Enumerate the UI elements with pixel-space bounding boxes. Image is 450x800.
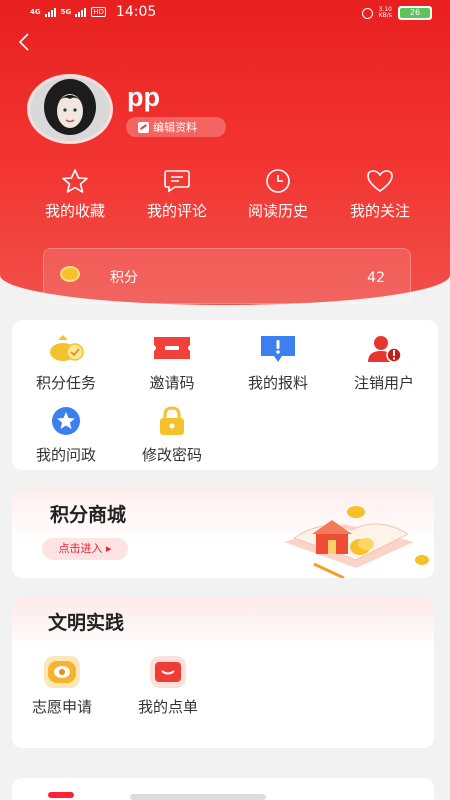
volunteer-icon <box>44 656 80 688</box>
bottom-card-partial <box>12 778 434 800</box>
battery-icon: 26 <box>398 6 432 20</box>
civilization-practice-card: 文明实践 志愿申请 我的点单 <box>12 598 434 748</box>
quick-link-favorites[interactable]: 我的收藏 <box>30 168 120 221</box>
network-speed: 3.10 KB/s <box>379 7 392 19</box>
function-invite-code[interactable]: 邀请码 <box>122 334 222 393</box>
civ-my-orders[interactable]: 我的点单 <box>120 656 216 717</box>
edit-profile-button[interactable]: 编辑资料 <box>126 117 226 137</box>
status-right: 3.10 KB/s 26 <box>361 6 432 20</box>
civ-item-label: 志愿申请 <box>31 698 92 716</box>
mall-gift-illustration-icon <box>284 506 429 578</box>
points-card[interactable]: 积分 42 <box>43 248 411 304</box>
network-2-label: 5G <box>60 8 72 16</box>
edit-icon <box>138 121 149 133</box>
function-my-reports[interactable]: 我的报料 <box>228 334 328 393</box>
edit-profile-label: 编辑资料 <box>153 121 197 134</box>
deregister-user-icon <box>364 334 404 363</box>
avatar[interactable] <box>27 74 113 144</box>
heart-icon <box>367 170 393 192</box>
quick-link-label: 我的关注 <box>349 202 410 220</box>
report-alert-icon <box>258 334 298 362</box>
network-1-label: 4G <box>30 8 41 16</box>
points-label: 积分 <box>110 270 138 286</box>
invite-ticket-icon <box>152 334 192 362</box>
star-icon <box>62 169 88 193</box>
civ-volunteer-apply[interactable]: 志愿申请 <box>14 656 110 717</box>
back-button[interactable] <box>12 32 36 56</box>
function-points-task[interactable]: 积分任务 <box>16 334 116 393</box>
mall-enter-button[interactable]: 点击进入 ▸ <box>42 538 128 560</box>
function-label: 积分任务 <box>35 374 96 392</box>
username: pp <box>127 82 160 112</box>
points-mall-card[interactable]: 积分商城 点击进入 ▸ <box>12 490 434 578</box>
civ-item-label: 我的点单 <box>137 698 198 716</box>
status-left: 4G 5G HD 14:05 <box>30 4 156 20</box>
points-task-icon <box>46 334 86 362</box>
lock-icon <box>152 406 192 435</box>
function-change-password[interactable]: 修改密码 <box>122 406 222 465</box>
function-label: 修改密码 <box>141 446 202 464</box>
quick-links: 我的收藏 我的评论 阅读历史 我的关注 <box>0 168 450 228</box>
signal-icon-2 <box>75 7 87 17</box>
quick-link-history[interactable]: 阅读历史 <box>233 168 323 221</box>
civilization-title: 文明实践 <box>48 612 125 634</box>
bottom-accent-mark <box>48 792 74 798</box>
order-icon <box>150 656 186 688</box>
clock-icon <box>266 169 290 193</box>
function-label: 我的问政 <box>35 446 96 464</box>
hd-badge: HD <box>91 7 106 17</box>
function-deregister[interactable]: 注销用户 <box>334 334 434 393</box>
quick-link-following[interactable]: 我的关注 <box>335 168 425 221</box>
function-grid-card: 积分任务 邀请码 我的报料 注销用户 我的问政 修改密码 <box>12 320 438 470</box>
clock-time: 14:05 <box>115 4 157 20</box>
quick-link-label: 阅读历史 <box>247 202 308 220</box>
signal-icon <box>44 7 57 17</box>
quick-link-label: 我的收藏 <box>44 202 105 220</box>
function-label: 我的报料 <box>247 374 308 392</box>
alarm-icon <box>361 7 373 19</box>
function-my-inquiry[interactable]: 我的问政 <box>16 406 116 465</box>
quick-link-comments[interactable]: 我的评论 <box>132 168 222 221</box>
status-bar: 4G 5G HD 14:05 3.10 KB/s 26 <box>0 0 450 26</box>
coin-icon <box>60 266 80 282</box>
avatar-portrait-icon <box>30 77 110 141</box>
battery-level: 26 <box>400 8 430 18</box>
comment-icon <box>164 170 190 193</box>
quick-link-label: 我的评论 <box>146 202 207 220</box>
function-label: 注销用户 <box>353 374 414 392</box>
bottom-placeholder-bar <box>130 794 266 800</box>
network-speed-unit: KB/s <box>378 12 392 19</box>
chevron-left-icon <box>18 33 29 51</box>
points-value: 42 <box>367 270 385 286</box>
function-label: 邀请码 <box>149 374 195 392</box>
mall-title: 积分商城 <box>50 504 127 526</box>
star-badge-icon <box>46 406 86 435</box>
